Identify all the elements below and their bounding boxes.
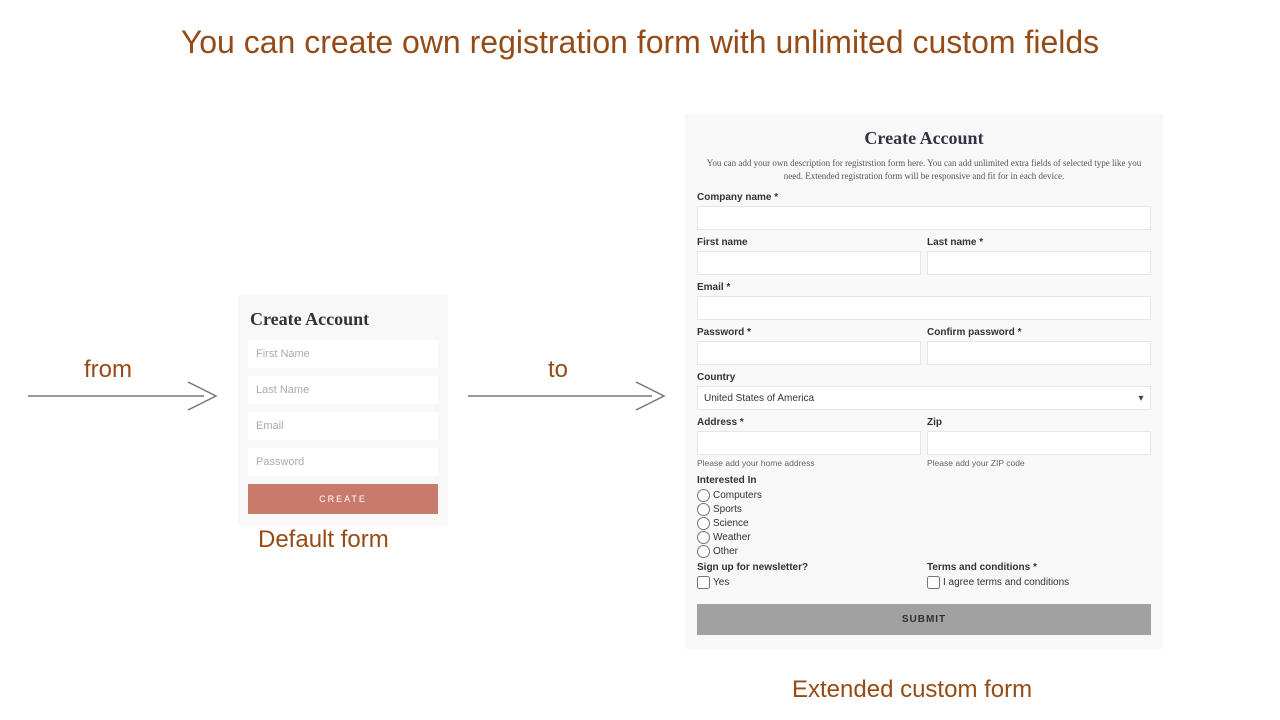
submit-button[interactable]: SUBMIT	[697, 604, 1151, 635]
terms-label: Terms and conditions *	[927, 562, 1151, 573]
interested-label: Interested In	[697, 475, 1151, 486]
create-button[interactable]: CREATE	[248, 484, 438, 514]
extended-form-caption: Extended custom form	[792, 676, 1032, 704]
interest-radio-science[interactable]	[697, 517, 710, 530]
last-name-input[interactable]	[248, 376, 438, 404]
confirm-password-label: Confirm password *	[927, 327, 1151, 338]
extended-form-title: Create Account	[697, 124, 1151, 157]
company-label: Company name *	[697, 192, 1151, 203]
interest-radio-other[interactable]	[697, 545, 710, 558]
firstname-label: First name	[697, 237, 921, 248]
first-name-input[interactable]	[248, 340, 438, 368]
interest-option: Computers	[713, 490, 762, 501]
interest-option: Science	[713, 518, 749, 529]
interest-radio-sports[interactable]	[697, 503, 710, 516]
default-form-caption: Default form	[258, 526, 389, 554]
interest-option: Weather	[713, 532, 751, 543]
arrow-icon	[468, 378, 668, 414]
interest-radio-group: Computers Sports Science Weather Other	[697, 489, 1151, 558]
newsletter-label: Sign up for newsletter?	[697, 562, 921, 573]
email-label: Email *	[697, 282, 1151, 293]
lastname-input[interactable]	[927, 251, 1151, 275]
interest-radio-weather[interactable]	[697, 531, 710, 544]
country-select[interactable]: United States of America	[697, 386, 1151, 410]
address-label: Address *	[697, 417, 921, 428]
address-input[interactable]	[697, 431, 921, 455]
default-form-panel: Create Account CREATE	[238, 295, 448, 526]
firstname-input[interactable]	[697, 251, 921, 275]
newsletter-option: Yes	[713, 577, 729, 588]
interest-option: Other	[713, 546, 738, 557]
address-hint: Please add your home address	[697, 458, 921, 468]
email-input[interactable]	[248, 412, 438, 440]
zip-label: Zip	[927, 417, 1151, 428]
terms-checkbox[interactable]	[927, 576, 940, 589]
newsletter-checkbox[interactable]	[697, 576, 710, 589]
arrow-icon	[28, 378, 220, 414]
ext-email-input[interactable]	[697, 296, 1151, 320]
ext-password-input[interactable]	[697, 341, 921, 365]
zip-hint: Please add your ZIP code	[927, 458, 1151, 468]
page-headline: You can create own registration form wit…	[0, 0, 1280, 61]
confirm-password-input[interactable]	[927, 341, 1151, 365]
password-input[interactable]	[248, 448, 438, 476]
extended-form-panel: Create Account You can add your own desc…	[685, 114, 1163, 649]
terms-option: I agree terms and conditions	[943, 577, 1069, 588]
default-form-title: Create Account	[248, 305, 438, 340]
country-label: Country	[697, 372, 1151, 383]
company-input[interactable]	[697, 206, 1151, 230]
extended-form-description: You can add your own description for reg…	[697, 157, 1151, 192]
interest-option: Sports	[713, 504, 742, 515]
zip-input[interactable]	[927, 431, 1151, 455]
lastname-label: Last name *	[927, 237, 1151, 248]
password-label: Password *	[697, 327, 921, 338]
interest-radio-computers[interactable]	[697, 489, 710, 502]
